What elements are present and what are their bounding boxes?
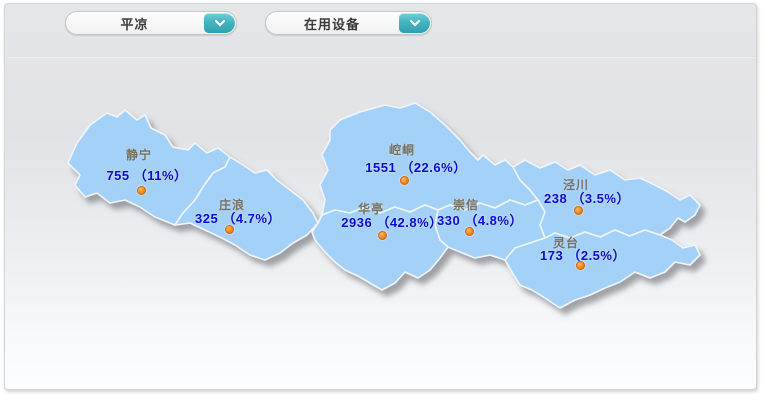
- district-marker-dot: [576, 261, 585, 270]
- district-marker-dot: [378, 231, 387, 240]
- region-dropdown-value: 平凉: [120, 16, 149, 32]
- metric-dropdown-button[interactable]: [399, 13, 430, 33]
- district-value-label: 755 （11%）: [106, 168, 188, 183]
- district-name-label: 崆峒: [388, 143, 416, 157]
- district-marker-dot: [574, 206, 583, 215]
- chevron-down-icon: [214, 19, 225, 27]
- district-value-label: 238 （3.5%）: [544, 191, 630, 206]
- district-shape-lingtai[interactable]: [504, 229, 701, 309]
- district-marker-dot: [465, 227, 474, 236]
- district-value-label: 1551 （22.6%）: [365, 160, 467, 175]
- dashboard-widget: 平凉 在用设备 静宁 755 （11%） 庄浪 325 （4.7%） 崆峒 15…: [0, 0, 767, 405]
- district-name-label: 静宁: [125, 148, 153, 162]
- district-marker-dot: [225, 225, 234, 234]
- region-dropdown-button[interactable]: [204, 13, 235, 33]
- district-marker-dot: [400, 176, 409, 185]
- district-value-label: 325 （4.7%）: [195, 211, 281, 226]
- metric-dropdown[interactable]: 在用设备: [265, 11, 432, 35]
- district-marker-dot: [137, 186, 146, 195]
- district-value-label: 330 （4.8%）: [437, 213, 523, 228]
- header-divider: [6, 56, 755, 58]
- district-value-label: 2936 （42.8%）: [341, 215, 443, 230]
- metric-dropdown-value: 在用设备: [303, 16, 360, 32]
- chevron-down-icon: [409, 19, 420, 27]
- region-dropdown[interactable]: 平凉: [65, 11, 237, 35]
